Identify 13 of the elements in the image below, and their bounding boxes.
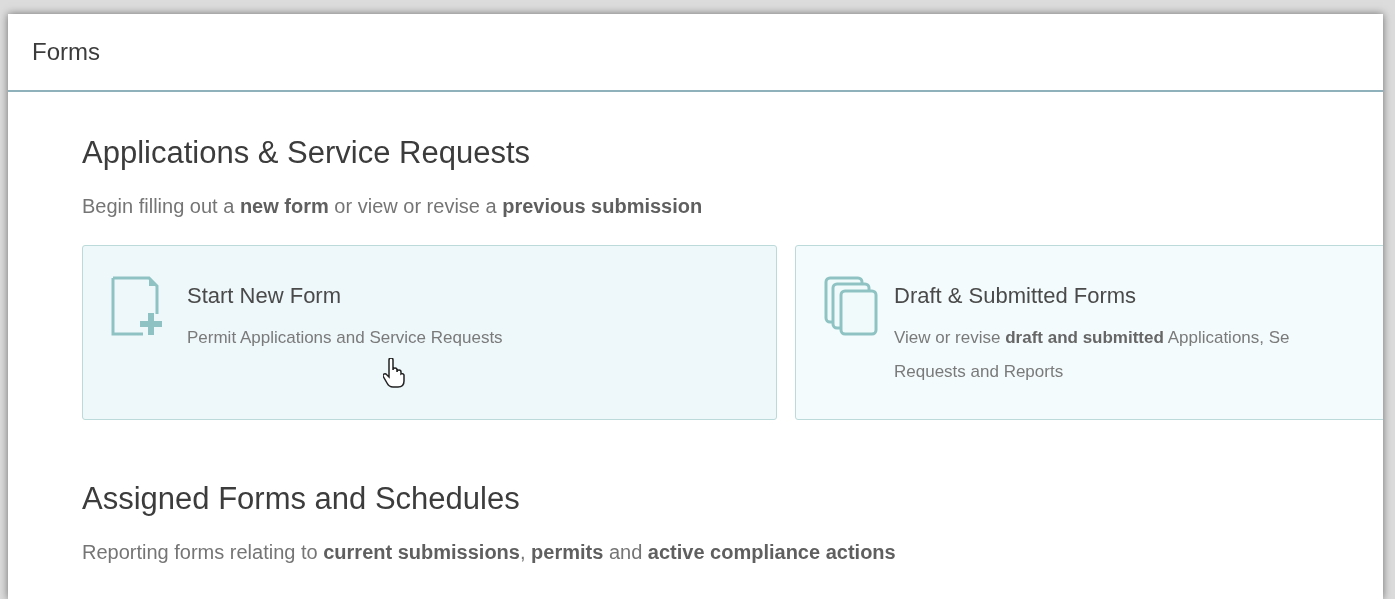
- section-heading: Assigned Forms and Schedules: [82, 479, 521, 518]
- card-title: Start New Form: [187, 281, 343, 310]
- window-title: Forms: [32, 37, 100, 67]
- card-description: View or revise draft and submitted Applications, Se Requests and Reports: [894, 327, 1290, 384]
- section-subtitle: Begin filling out a new form or view or revise a previous submission: [82, 193, 704, 219]
- form-card[interactable]: Draft & Submitted Forms View or revise draft and submitted Applications, Se Requests and Reports: [795, 244, 1383, 420]
- card-description: Permit Applications and Service Requests: [187, 327, 503, 350]
- documents-stack-icon: [824, 275, 878, 336]
- card-title: Draft & Submitted Forms: [894, 281, 1138, 310]
- form-card[interactable]: Start New Form Permit Applications and Service Requests: [82, 244, 777, 420]
- section-subtitle: Reporting forms relating to current submissions, permits and active compliance actions: [82, 539, 897, 565]
- hand-cursor-icon: [383, 357, 405, 388]
- section-heading: Applications & Service Requests: [82, 134, 531, 172]
